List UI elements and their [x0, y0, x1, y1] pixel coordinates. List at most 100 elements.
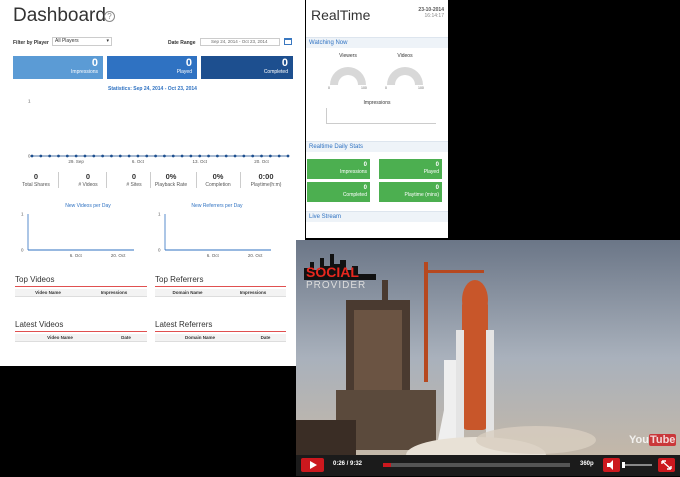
column-header[interactable]: Impressions: [81, 289, 147, 297]
date-range-input[interactable]: Sep 24, 2014 - Oct 23, 2014: [200, 38, 280, 46]
play-button[interactable]: [301, 458, 324, 472]
impressions-box: 0 Impressions: [13, 56, 103, 79]
data-point: [110, 154, 113, 158]
x-tick-label: 6. Oct: [207, 253, 220, 258]
videos-gauge-min: 0: [385, 86, 387, 90]
data-point: [189, 154, 193, 158]
data-point: [30, 154, 34, 158]
impressions-chart: [326, 108, 436, 124]
dashboard-panel: Dashboard ? Filter by Player All Players…: [0, 0, 305, 366]
metric-value: 0: [85, 172, 91, 181]
videos-gauge-max: 100: [418, 86, 424, 90]
youtube-logo[interactable]: YouTube: [629, 434, 677, 446]
column-header[interactable]: Domain Name: [155, 334, 245, 342]
filter-label: Filter by Player: [13, 40, 49, 46]
column-header[interactable]: Date: [105, 334, 147, 342]
data-point: [101, 154, 105, 158]
metric-label: Completion: [205, 182, 231, 188]
data-point: [268, 154, 272, 158]
impressions-label: Impressions: [71, 69, 98, 75]
volume-handle[interactable]: [622, 462, 625, 468]
videos-gauge-label: Videos: [397, 53, 413, 59]
section-divider: [155, 286, 286, 287]
data-point: [48, 154, 52, 158]
top-videos-title: Top Videos: [15, 275, 55, 284]
metric-videos: 0 # Videos: [70, 172, 106, 188]
played-value: 0: [185, 57, 192, 69]
metric-label: Total Shares: [22, 182, 50, 188]
completed-box: 0 Completed: [201, 56, 293, 79]
column-header[interactable]: Domain Name: [155, 289, 220, 297]
metric-completion: 0% Completion: [200, 172, 236, 188]
new-referrers-chart-title: New Referrers per Day: [191, 203, 243, 209]
column-header[interactable]: Date: [245, 334, 286, 342]
column-header[interactable]: Impressions: [220, 289, 286, 297]
rt-playtime-label: Playtime (mins): [404, 192, 439, 198]
metric-value: 0:00: [258, 172, 274, 181]
help-icon[interactable]: ?: [104, 11, 115, 22]
rt-playtime-value: 0: [435, 185, 439, 191]
metric-label: # Sites: [126, 182, 142, 188]
y-tick-label: 0: [21, 248, 24, 253]
data-point: [57, 154, 60, 158]
metric-divider: [240, 172, 241, 188]
viewers-gauge-label: Viewers: [339, 53, 357, 59]
data-point: [251, 154, 255, 158]
rt-played-box: 0 Played: [379, 159, 442, 179]
metric-divider: [58, 172, 59, 188]
data-point: [198, 154, 202, 158]
data-point: [136, 154, 140, 158]
metric-playback-rate: 0% Playback Rate: [150, 172, 192, 188]
volume-slider[interactable]: [622, 462, 652, 468]
fullscreen-icon[interactable]: [658, 458, 675, 472]
metric-value: 0%: [165, 172, 177, 181]
latest-videos-title: Latest Videos: [15, 320, 64, 329]
new-referrers-chart: 0 1 6. Oct 20. Oct: [158, 212, 271, 258]
column-header[interactable]: Video Name: [15, 289, 81, 297]
rt-impressions-value: 0: [363, 162, 367, 168]
x-tick-label: 6. Oct: [70, 253, 83, 258]
page-title: Dashboard: [13, 5, 106, 26]
section-divider: [15, 286, 147, 287]
metric-value: 0%: [212, 172, 224, 181]
quality-button[interactable]: 360p: [580, 461, 594, 467]
data-point: [242, 154, 246, 158]
data-point: [118, 154, 122, 158]
x-tick-label: 29. Sep: [68, 159, 84, 164]
data-point: [74, 154, 78, 158]
column-header[interactable]: Video Name: [15, 334, 105, 342]
data-point: [163, 154, 166, 158]
data-point: [154, 154, 157, 158]
volume-icon[interactable]: [603, 458, 620, 472]
metric-sites: 0 # Sites: [116, 172, 152, 188]
impressions-value: 0: [91, 57, 98, 69]
y-tick-label: 1: [21, 212, 24, 217]
brand-logo-top: SOCIAL: [306, 264, 359, 280]
played-label: Played: [176, 69, 192, 75]
metric-value: 0: [33, 172, 39, 181]
video-time: 0:26 / 9:32: [333, 461, 363, 467]
player-filter-select[interactable]: All Players: [52, 37, 112, 46]
completed-value: 0: [281, 57, 288, 69]
metric-divider: [106, 172, 107, 188]
data-point: [260, 154, 263, 158]
rt-played-value: 0: [435, 162, 439, 168]
data-point: [39, 154, 43, 158]
rt-impressions-box: 0 Impressions: [307, 159, 370, 179]
videos-gauge: [387, 67, 423, 85]
y-tick-label: 1: [28, 99, 31, 104]
section-divider: [15, 331, 147, 332]
viewers-gauge: [330, 67, 366, 85]
rt-impressions-label: Impressions: [340, 169, 367, 175]
data-point: [207, 154, 210, 158]
data-point: [92, 154, 96, 158]
daily-stats-header: Realtime Daily Stats: [306, 141, 448, 152]
realtime-panel: RealTime 23-10-2014 16:14:17 Watching No…: [306, 0, 448, 238]
y-tick-label: 0: [158, 248, 161, 253]
section-divider: [155, 331, 286, 332]
metric-value: 0: [131, 172, 137, 181]
realtime-time: 16:14:17: [424, 13, 444, 19]
live-stream-header: Live Stream: [306, 211, 448, 222]
video-progress-bar[interactable]: [383, 463, 570, 467]
calendar-icon[interactable]: [284, 38, 292, 45]
